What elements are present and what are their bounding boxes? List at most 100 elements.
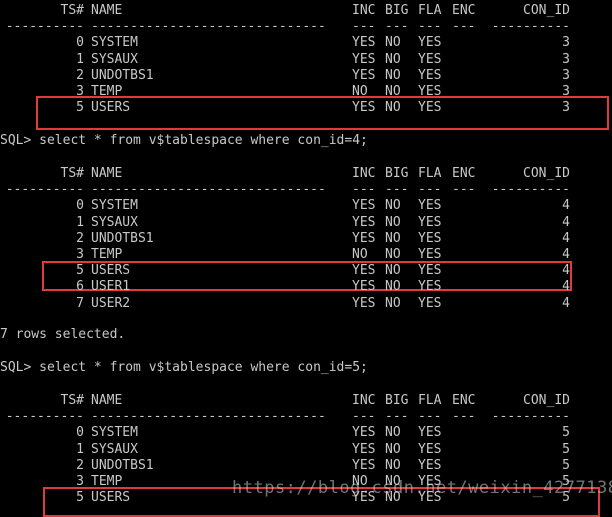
column-header-con: CON_ID: [523, 166, 570, 181]
cell-ts: 2: [76, 67, 84, 83]
separator-ts: ----------: [5, 182, 84, 198]
cell-inc: YES: [352, 67, 376, 83]
separator-name: ------------------------------: [91, 19, 326, 35]
cell-inc: YES: [352, 100, 376, 116]
rows-selected-text: 7 rows selected.: [0, 327, 126, 342]
separator-con: ----------: [491, 409, 570, 425]
cell-name: UNDOTBS1: [91, 230, 154, 246]
table-row: 6 USER1 YES NO YES 4: [0, 279, 612, 295]
separator-con: ----------: [491, 19, 570, 35]
table-row: 0 SYSTEM YES NO YES 3: [0, 35, 612, 51]
cell-inc: YES: [352, 35, 376, 51]
cell-ts: 3: [76, 84, 84, 99]
table-row: 5 USERS YES NO YES 4: [0, 263, 612, 279]
cell-con: 3: [562, 35, 570, 51]
table-row: 1 SYSAUX YES NO YES 5: [0, 442, 612, 458]
column-header-name: NAME: [91, 166, 123, 181]
cell-con: 3: [562, 100, 570, 116]
cell-big: NO: [385, 230, 401, 246]
table-row: 2 UNDOTBS1 YES NO YES 5: [0, 458, 612, 474]
cell-name: SYSTEM: [91, 425, 138, 441]
cell-name: TEMP: [91, 84, 123, 99]
cell-ts: 0: [76, 198, 84, 214]
sql-command-line: SQL> select * from v$tablespace where co…: [0, 360, 612, 376]
cell-fla: YES: [418, 84, 442, 99]
separator-enc: ---: [452, 182, 476, 198]
table-row: 0 SYSTEM YES NO YES 5: [0, 425, 612, 441]
cell-name: USERS: [91, 100, 131, 116]
table-row: 1 SYSAUX YES NO YES 3: [0, 52, 612, 68]
cell-ts: 6: [76, 279, 84, 295]
cell-name: SYSAUX: [91, 441, 138, 457]
cell-name: UNDOTBS1: [91, 457, 154, 473]
cell-fla: YES: [418, 263, 442, 279]
cell-con: 4: [562, 247, 570, 262]
cell-name: USER2: [91, 295, 131, 311]
cell-big: NO: [385, 247, 401, 262]
separator-inc: ---: [352, 409, 376, 425]
table-header: TS# NAME INC BIG FLA ENC CON_ID: [0, 166, 612, 182]
cell-inc: YES: [352, 214, 376, 230]
cell-inc: YES: [352, 230, 376, 246]
table-row: 5 USERS YES NO YES 3: [0, 100, 612, 116]
column-header-con: CON_ID: [523, 393, 570, 408]
separator-inc: ---: [352, 182, 376, 198]
separator-name: ------------------------------: [91, 409, 326, 425]
rows-selected-footer: 7 rows selected.: [0, 327, 612, 343]
cell-ts: 2: [76, 457, 84, 473]
table-row: 1 SYSAUX YES NO YES 4: [0, 215, 612, 231]
column-header-inc: INC: [352, 393, 376, 408]
column-header-con: CON_ID: [523, 3, 570, 18]
column-header-ts: TS#: [60, 3, 84, 18]
separator-big: ---: [385, 409, 409, 425]
table-row: 7 USER2 YES NO YES 4: [0, 296, 612, 312]
cell-big: NO: [385, 263, 401, 279]
cell-name: SYSTEM: [91, 35, 138, 51]
column-header-big: BIG: [385, 166, 409, 181]
cell-big: NO: [385, 425, 401, 441]
separator-ts: ----------: [5, 409, 84, 425]
cell-inc: YES: [352, 51, 376, 67]
cell-big: NO: [385, 35, 401, 51]
table-row: 3 TEMP NO NO YES 4: [0, 247, 612, 263]
terminal-window[interactable]: TS# NAME INC BIG FLA ENC CON_ID ---------- -----…: [0, 0, 612, 517]
cell-fla: YES: [418, 247, 442, 262]
cell-con: 3: [562, 84, 570, 99]
cell-con: 5: [562, 441, 570, 457]
cell-fla: YES: [418, 100, 442, 116]
cell-name: UNDOTBS1: [91, 67, 154, 83]
separator-big: ---: [385, 182, 409, 198]
cell-ts: 3: [76, 247, 84, 262]
cell-fla: YES: [418, 230, 442, 246]
cell-con: 4: [562, 295, 570, 311]
table-separator: ---------- ------------------------------…: [0, 182, 612, 198]
separator-fla: ---: [418, 409, 442, 425]
cell-con: 4: [562, 279, 570, 295]
separator-fla: ---: [418, 182, 442, 198]
cell-fla: YES: [418, 35, 442, 51]
cell-ts: 1: [76, 214, 84, 230]
table-header: TS# NAME INC BIG FLA ENC CON_ID: [0, 3, 612, 19]
cell-ts: 5: [76, 490, 84, 506]
cell-inc: YES: [352, 425, 376, 441]
cell-big: NO: [385, 295, 401, 311]
cell-ts: 5: [76, 100, 84, 116]
cell-big: NO: [385, 441, 401, 457]
cell-fla: YES: [418, 441, 442, 457]
sql-command-line: SQL> select * from v$tablespace where co…: [0, 133, 612, 149]
column-header-inc: INC: [352, 166, 376, 181]
column-header-ts: TS#: [60, 393, 84, 408]
cell-name: TEMP: [91, 247, 123, 262]
cell-con: 5: [562, 457, 570, 473]
column-header-inc: INC: [352, 3, 376, 18]
cell-con: 4: [562, 214, 570, 230]
cell-fla: YES: [418, 198, 442, 214]
table-row: 3 TEMP NO NO YES 3: [0, 84, 612, 100]
cell-big: NO: [385, 214, 401, 230]
watermark: https://blog.csdn.net/weixin_42771383: [232, 478, 612, 498]
table-row: 0 SYSTEM YES NO YES 4: [0, 198, 612, 214]
cell-fla: YES: [418, 214, 442, 230]
cell-fla: YES: [418, 457, 442, 473]
cell-name: SYSAUX: [91, 214, 138, 230]
column-header-enc: ENC: [452, 166, 476, 181]
